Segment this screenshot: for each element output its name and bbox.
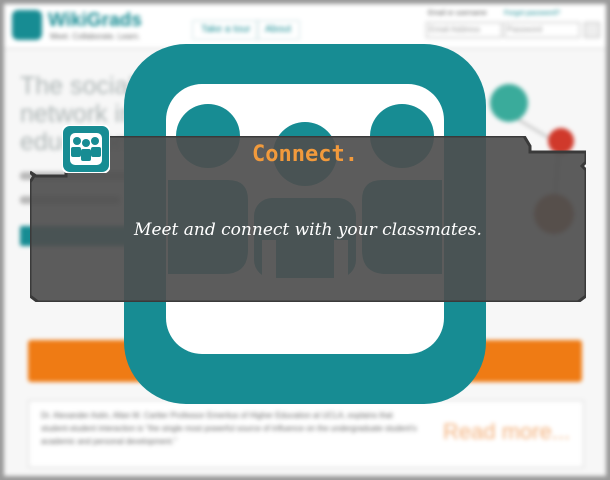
site-brand-name[interactable]: WikiGrads bbox=[48, 10, 142, 32]
site-tagline: Meet. Collaborate. Learn. bbox=[50, 32, 141, 41]
forgot-password-link[interactable]: Forgot password? bbox=[504, 10, 560, 17]
read-more-link[interactable]: Read more... bbox=[443, 419, 570, 445]
overlay-title: Connect. bbox=[252, 142, 358, 167]
email-input[interactable]: Email Address bbox=[426, 22, 502, 38]
quote-text: Dr. Alexander Astin, Allan M. Cartter Pr… bbox=[41, 411, 417, 446]
app-frame: WikiGrads Meet. Collaborate. Learn. Take… bbox=[0, 0, 610, 480]
overlay-description: Meet and connect with your classmates. bbox=[134, 220, 482, 240]
nav-take-a-tour[interactable]: Take a tour bbox=[192, 20, 260, 40]
login-button[interactable] bbox=[584, 22, 600, 38]
top-navigation-bar: WikiGrads Meet. Collaborate. Learn. Take… bbox=[4, 4, 606, 49]
login-email-label: Email or username bbox=[428, 10, 487, 17]
quote-box: Dr. Alexander Astin, Allan M. Cartter Pr… bbox=[28, 400, 584, 468]
network-node-circle bbox=[490, 84, 528, 122]
nav-about[interactable]: About bbox=[256, 20, 301, 40]
site-logo-icon[interactable] bbox=[12, 10, 42, 40]
password-input[interactable]: Password bbox=[504, 22, 580, 38]
